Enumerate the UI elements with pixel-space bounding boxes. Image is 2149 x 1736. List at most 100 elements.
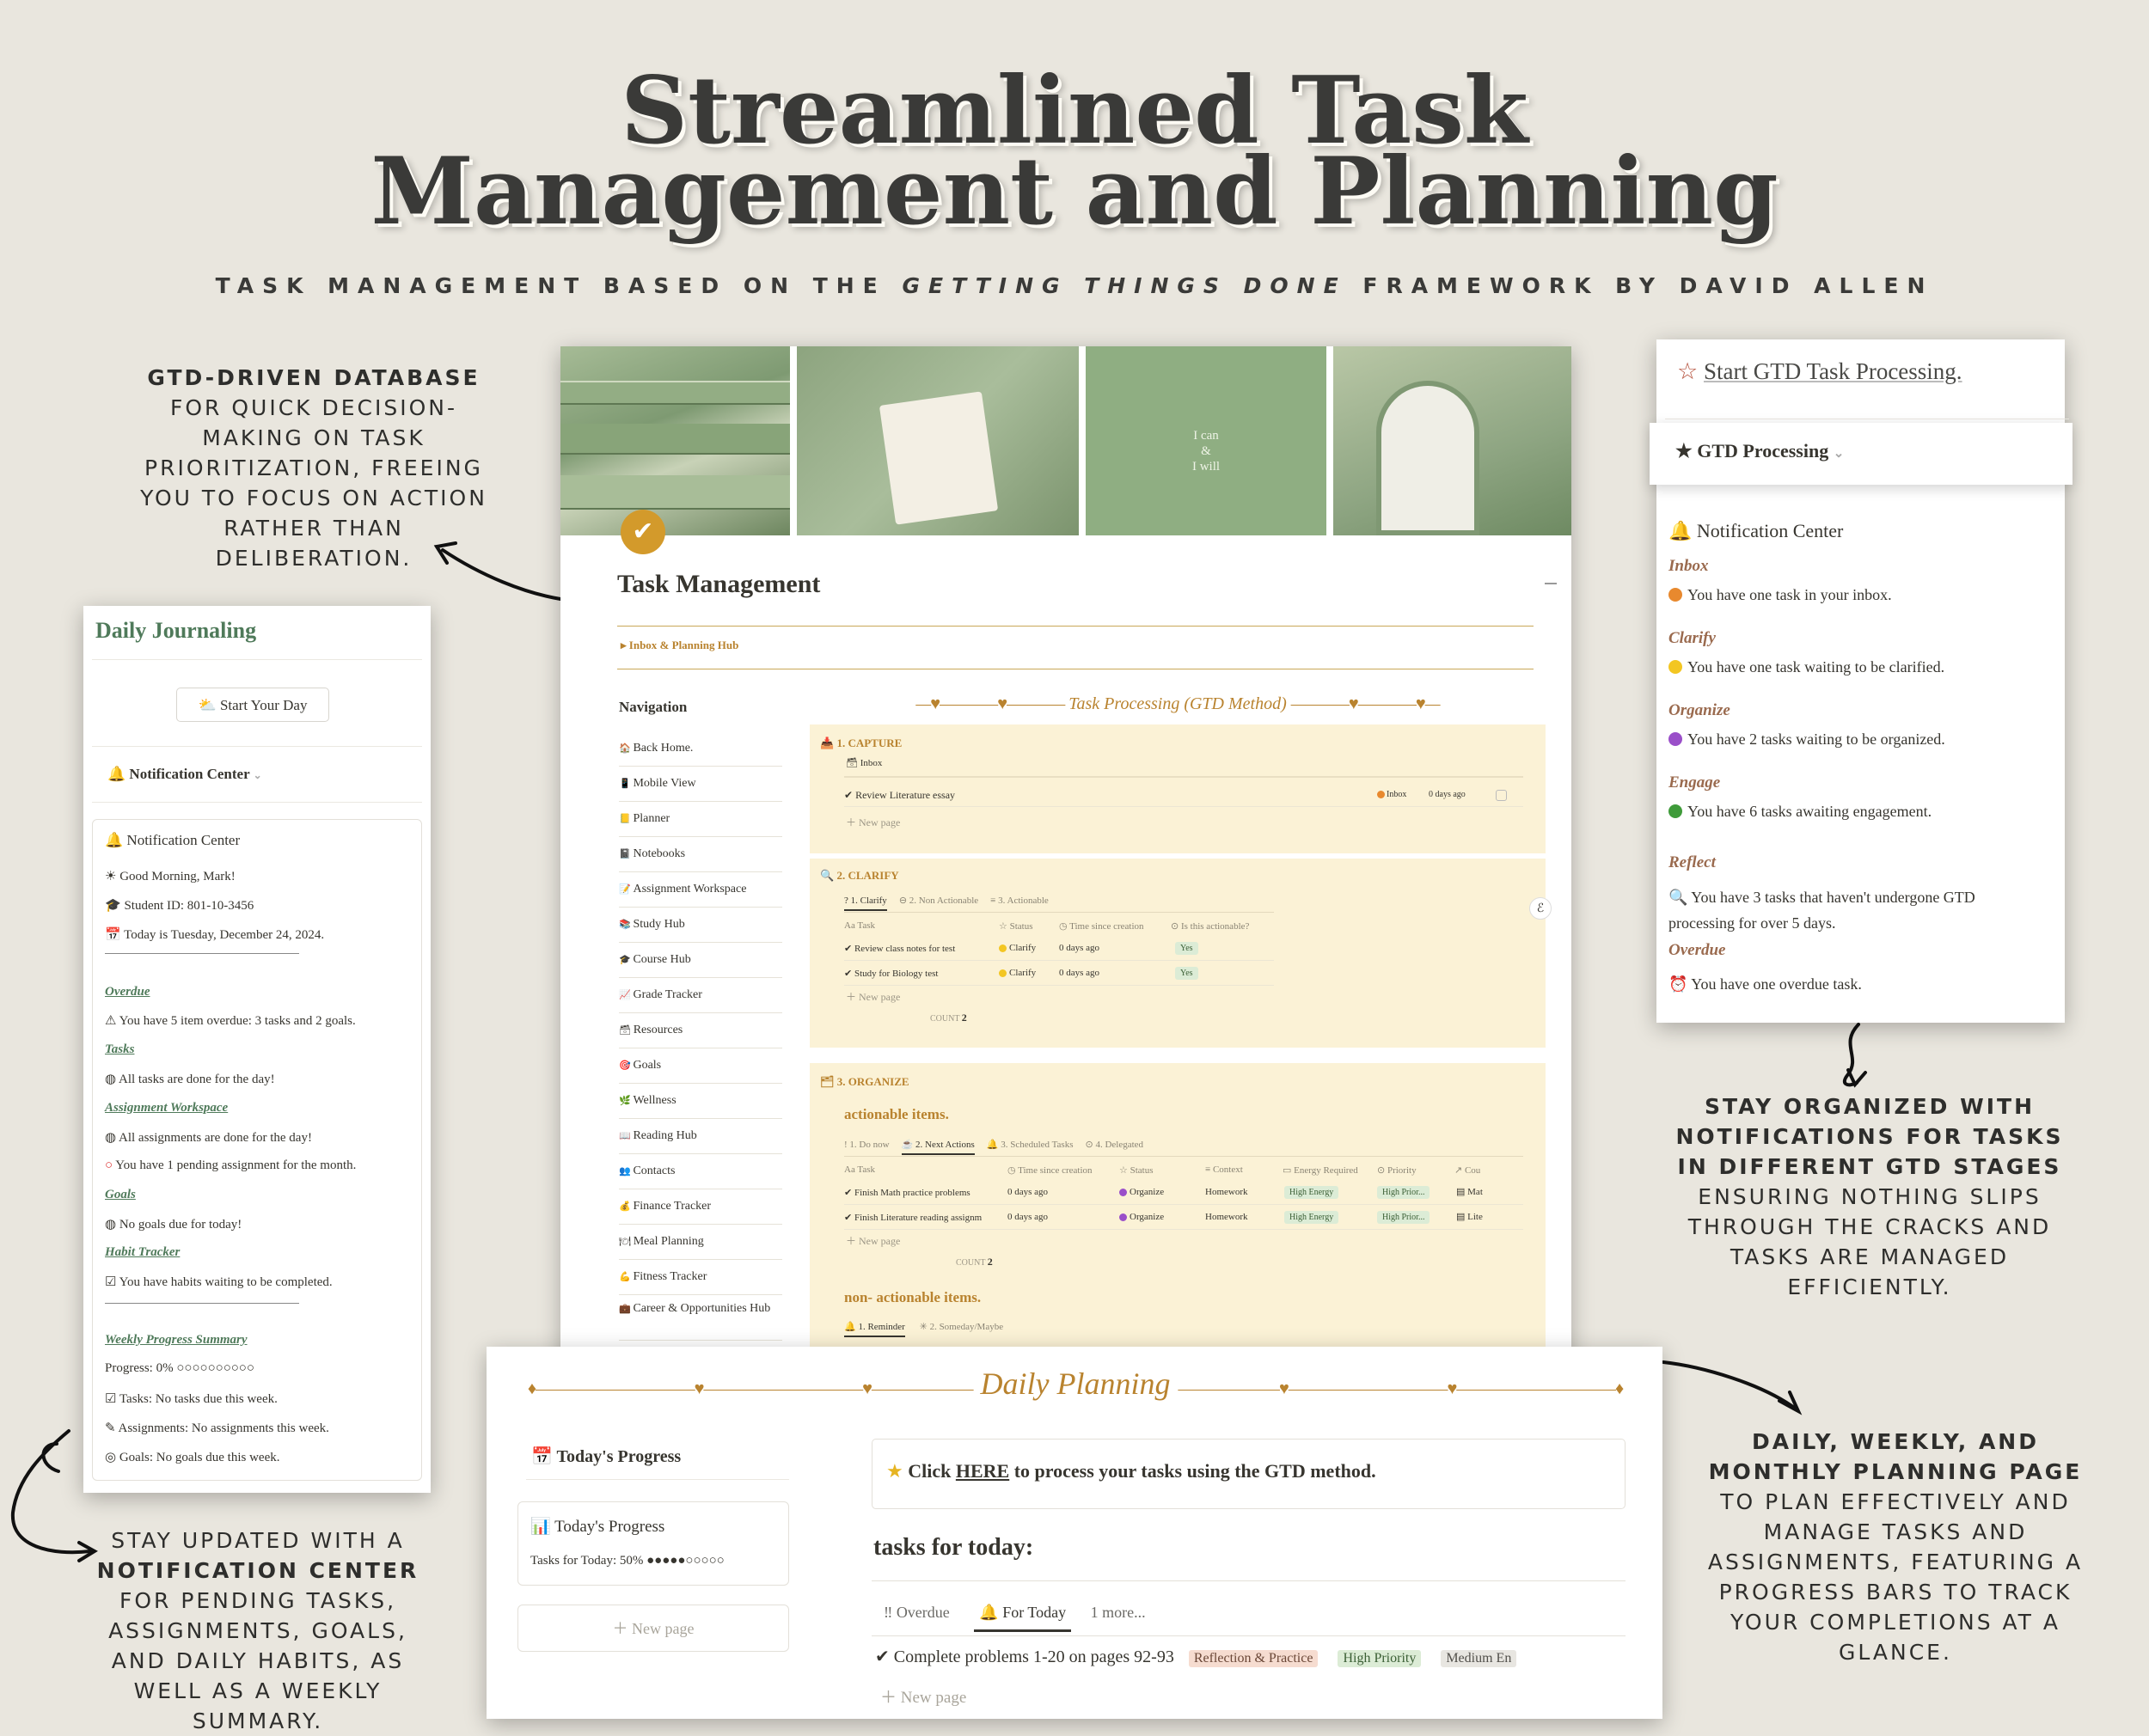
- nav-item[interactable]: 📚 Study Hub: [619, 908, 782, 943]
- stage-heading: Organize: [1668, 701, 1730, 719]
- nav-item[interactable]: 🍽 Meal Planning: [619, 1225, 782, 1260]
- status-badge: Inbox: [1377, 783, 1406, 807]
- tab-for-today[interactable]: 🔔 For Today: [974, 1604, 1072, 1632]
- star-icon: ★: [1675, 440, 1693, 462]
- clarify-tab[interactable]: ≡ 3. Actionable: [990, 896, 1049, 906]
- start-gtd-link[interactable]: ☆ Start GTD Task Processing.: [1677, 358, 1962, 385]
- tab-someday[interactable]: ✳ 2. Someday/Maybe: [920, 1322, 1004, 1332]
- nav-item[interactable]: 📒 Planner: [619, 802, 782, 837]
- separator: [92, 746, 422, 747]
- stage-text: You have one task waiting to be clarifie…: [1668, 658, 2055, 676]
- goals-heading[interactable]: Goals: [105, 1188, 136, 1202]
- overdue-text: ⏰ You have one overdue task.: [1668, 975, 1862, 993]
- nav-item[interactable]: 📖 Reading Hub: [619, 1119, 782, 1154]
- new-page-button[interactable]: ＋ New page: [846, 989, 900, 1004]
- nav-item[interactable]: 💼 Career & Opportunities Hub: [619, 1295, 782, 1341]
- nav-item[interactable]: 💪 Fitness Tracker: [619, 1260, 782, 1295]
- nav-item[interactable]: 📓 Notebooks: [619, 837, 782, 872]
- nav-item[interactable]: 📈 Grade Tracker: [619, 978, 782, 1013]
- new-page-button[interactable]: ＋ New page: [880, 1684, 966, 1708]
- table-row[interactable]: ✔ Finish Literature reading assignm 0 day…: [844, 1205, 1523, 1230]
- nav-item[interactable]: 🏠 Back Home.: [619, 731, 782, 767]
- new-page-button[interactable]: ＋ New page: [517, 1605, 789, 1652]
- quote-line-3: I will: [1191, 460, 1221, 474]
- organize-block: 🗂 3. ORGANIZE actionable items. ! 1. Do …: [810, 1063, 1546, 1369]
- nav-item-label: Goals: [633, 1059, 662, 1072]
- overdue-heading: Overdue: [1668, 941, 1726, 959]
- cover-reading-image: [797, 346, 1079, 535]
- red-circle-icon: ○: [105, 1158, 113, 1172]
- reflect-heading: Reflect: [1668, 853, 1716, 871]
- task-management-page: I can & I will ✔ Task Management ▸ Inbox…: [560, 346, 1571, 1369]
- nav-item-label: Contacts: [633, 1164, 676, 1177]
- separator: [105, 953, 299, 954]
- checkbox[interactable]: [1496, 790, 1507, 801]
- gtd-notification-items: Inbox You have one task in your inbox. Cla…: [1668, 557, 2055, 846]
- new-page-button[interactable]: ＋ New page: [846, 815, 900, 829]
- nav-item[interactable]: 👥 Contacts: [619, 1154, 782, 1189]
- organize-tab[interactable]: 🔔 3. Scheduled Tasks: [987, 1140, 1074, 1150]
- overdue-heading[interactable]: Overdue: [105, 985, 150, 999]
- nav-item[interactable]: 🎯 Goals: [619, 1048, 782, 1084]
- separator: [872, 1580, 1626, 1581]
- reflect-text: 🔍 You have 3 tasks that haven't undergon…: [1668, 889, 1975, 932]
- tab-overdue[interactable]: ‼ Overdue: [884, 1604, 950, 1621]
- inbox-planning-hub-toggle[interactable]: ▸ Inbox & Planning Hub: [621, 639, 738, 652]
- organize-tab[interactable]: ! 1. Do now: [844, 1140, 890, 1150]
- nav-item-label: Meal Planning: [633, 1235, 704, 1248]
- journal-title: Daily Journaling: [95, 618, 257, 643]
- tab-more[interactable]: 1 more...: [1091, 1604, 1146, 1621]
- nav-item-label: Finance Tracker: [633, 1200, 712, 1213]
- cover-window-image: [1333, 346, 1571, 535]
- stage-text: You have one task in your inbox.: [1668, 586, 2055, 604]
- habit-heading[interactable]: Habit Tracker: [105, 1245, 180, 1260]
- magnifier-icon: 🔍: [820, 869, 835, 882]
- gtd-processing-toggle[interactable]: ★ GTD Processing ⌄: [1650, 423, 2072, 485]
- table-row[interactable]: ✔ Complete problems 1-20 on pages 92-93 …: [875, 1646, 1626, 1667]
- table-row[interactable]: ✔ Finish Math practice problems 0 days ag…: [844, 1180, 1523, 1205]
- comment-icon[interactable]: ℰ: [1529, 897, 1552, 920]
- weekly-assignments: ✎ Assignments: No assignments this week.: [105, 1421, 329, 1435]
- organize-tab[interactable]: ☕ 2. Next Actions: [901, 1140, 975, 1155]
- nav-item-icon: 📝: [619, 884, 634, 895]
- nav-item[interactable]: 📱 Mobile View: [619, 767, 782, 802]
- weekly-progress: Progress: 0% ○○○○○○○○○○: [105, 1361, 254, 1375]
- nav-item[interactable]: 💰 Finance Tracker: [619, 1189, 782, 1225]
- clarify-tab[interactable]: ? 1. Clarify: [844, 896, 887, 911]
- table-row[interactable]: ✔ Review Literature essay Inbox 0 days a…: [844, 783, 1523, 807]
- assignment-heading[interactable]: Assignment Workspace: [105, 1101, 228, 1116]
- clarify-tab[interactable]: ⊖ 2. Non Actionable: [899, 896, 978, 906]
- table-row[interactable]: ✔ Review class notes for test Clarify 0 da…: [844, 936, 1274, 961]
- here-link[interactable]: HERE: [956, 1460, 1009, 1482]
- weekly-summary-heading[interactable]: Weekly Progress Summary: [105, 1333, 248, 1348]
- organize-tab[interactable]: ⊙ 4. Delegated: [1086, 1140, 1144, 1150]
- tasks-heading[interactable]: Tasks: [105, 1042, 134, 1057]
- habit-text: ☑ You have habits waiting to be complete…: [105, 1275, 333, 1289]
- weekly-tasks: ☑ Tasks: No tasks due this week.: [105, 1392, 278, 1406]
- nav-item[interactable]: 📝 Assignment Workspace: [619, 872, 782, 908]
- toc-marker: [1545, 583, 1557, 584]
- nav-item-label: Reading Hub: [633, 1129, 697, 1142]
- ornament-left: ♦———————————♥———————————♥———————: [527, 1379, 974, 1398]
- quote-line-1: I can: [1193, 429, 1219, 443]
- notification-center-toggle[interactable]: 🔔 Notification Center ⌄: [107, 766, 262, 783]
- table-row[interactable]: ✔ Study for Biology test Clarify 0 days ag…: [844, 961, 1274, 986]
- capture-view-tab[interactable]: 🗃 Inbox: [846, 757, 882, 768]
- gtd-nc-title: 🔔 Notification Center: [1668, 520, 1844, 541]
- nav-item[interactable]: 🗃 Resources: [619, 1013, 782, 1048]
- separator: [92, 659, 422, 660]
- gtd-callout: ★ Click HERE to process your tasks using…: [872, 1439, 1626, 1509]
- gtd-heading-text: Task Processing (GTD Method): [1068, 694, 1287, 713]
- page-icon-badge: ✔: [621, 510, 665, 554]
- nav-item-label: Wellness: [633, 1094, 677, 1107]
- new-page-button[interactable]: ＋ New page: [846, 1233, 900, 1248]
- nav-item[interactable]: 🎓 Course Hub: [619, 943, 782, 978]
- goals-text: ◍ No goals due for today!: [105, 1218, 242, 1232]
- tab-reminder[interactable]: 🔔 1. Reminder: [844, 1322, 905, 1337]
- separator: [105, 1303, 299, 1304]
- tag-reflection: Reflection & Practice: [1188, 1650, 1319, 1667]
- organize-rows: ✔ Finish Math practice problems 0 days ag…: [844, 1180, 1523, 1230]
- nav-item[interactable]: 🌿 Wellness: [619, 1084, 782, 1119]
- start-your-day-button[interactable]: ⛅ Start Your Day: [176, 688, 329, 722]
- count-label: COUNT 2: [930, 1012, 967, 1024]
